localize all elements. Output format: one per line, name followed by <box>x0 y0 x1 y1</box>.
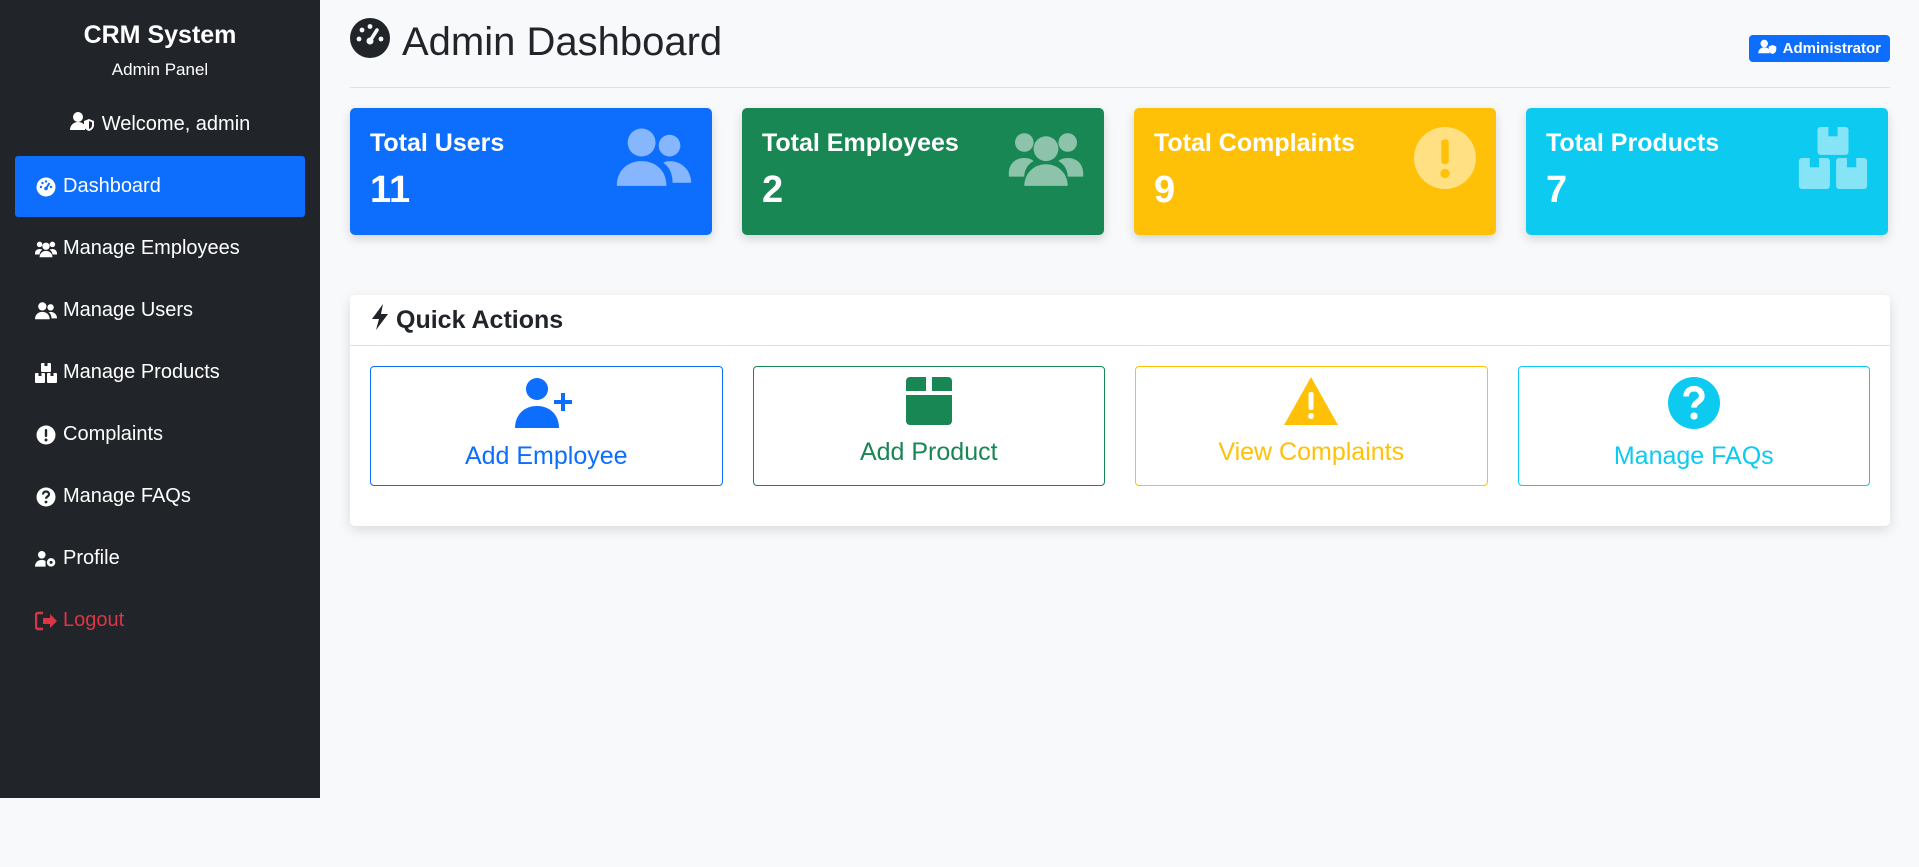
quick-actions-row: Add Employee Add Product View Complaints… <box>350 346 1890 486</box>
user-friends-icon <box>616 127 692 194</box>
quick-actions-card: Quick Actions Add Employee Add Product V… <box>350 295 1890 526</box>
add-employee-label: Add Employee <box>464 442 628 470</box>
page-title-text: Admin Dashboard <box>402 20 723 64</box>
box-icon <box>905 377 952 430</box>
add-product-button[interactable]: Add Product <box>752 366 1105 486</box>
sidebar-item-label: Dashboard <box>63 175 161 197</box>
exclamation-circle-icon <box>35 424 57 446</box>
sidebar-item-dashboard[interactable]: Dashboard <box>15 156 305 217</box>
tachometer-icon <box>35 176 57 198</box>
user-shield-icon <box>1757 39 1778 58</box>
brand-subtitle: Admin Panel <box>111 60 209 79</box>
quick-actions-title: Quick Actions <box>396 305 564 334</box>
stat-card-total-users: Total Users 11 <box>350 108 712 235</box>
sidebar-item-profile[interactable]: Profile <box>15 528 305 589</box>
users-icon <box>35 238 57 260</box>
manage-faqs-label: Manage FAQs <box>1613 442 1774 470</box>
welcome-text: Welcome, admin <box>101 112 251 135</box>
sidebar-item-manage-faqs[interactable]: Manage FAQs <box>15 466 305 527</box>
add-employee-button[interactable]: Add Employee <box>370 366 723 486</box>
sidebar-item-label: Manage FAQs <box>63 485 191 507</box>
sidebar-item-label: Logout <box>63 609 125 631</box>
tachometer-icon <box>350 17 390 68</box>
sidebar: CRM System Admin Panel Welcome, admin Da… <box>0 0 320 798</box>
page-title: Admin Dashboard <box>350 17 723 68</box>
sign-out-icon <box>35 610 57 632</box>
manage-faqs-button[interactable]: Manage FAQs <box>1517 366 1870 486</box>
add-product-label: Add Product <box>859 438 998 466</box>
stat-card-total-employees: Total Employees 2 <box>742 108 1104 235</box>
sidebar-item-label: Manage Users <box>63 299 194 321</box>
sidebar-item-complaints[interactable]: Complaints <box>15 404 305 465</box>
welcome-message: Welcome, admin <box>0 109 320 139</box>
question-circle-icon <box>35 486 57 508</box>
stats-row: Total Users 11 Total Employees 2 Total C… <box>350 108 1890 235</box>
sidebar-item-logout[interactable]: Logout <box>15 590 305 651</box>
user-friends-icon <box>35 300 57 322</box>
quick-actions-header: Quick Actions <box>350 295 1890 346</box>
role-badge: Administrator <box>1748 35 1890 62</box>
stat-card-total-products: Total Products 7 <box>1526 108 1888 235</box>
sidebar-item-manage-employees[interactable]: Manage Employees <box>15 218 305 279</box>
sidebar-item-manage-products[interactable]: Manage Products <box>15 342 305 403</box>
users-icon <box>1008 127 1084 194</box>
view-complaints-button[interactable]: View Complaints <box>1135 366 1488 486</box>
sidebar-nav: Dashboard Manage Employees Manage Users … <box>0 156 320 651</box>
sidebar-item-manage-users[interactable]: Manage Users <box>15 280 305 341</box>
view-complaints-label: View Complaints <box>1218 438 1405 466</box>
role-badge-label: Administrator <box>1782 40 1881 57</box>
question-circle-icon <box>1667 377 1720 434</box>
boxes-icon <box>1798 127 1868 194</box>
sidebar-item-label: Manage Employees <box>63 237 240 259</box>
main-content: Admin Dashboard Administrator Total User… <box>350 0 1890 526</box>
exclamation-circle-icon <box>1414 127 1476 194</box>
sidebar-item-label: Profile <box>63 547 120 569</box>
user-plus-icon <box>515 377 577 434</box>
brand: CRM System Admin Panel <box>0 0 320 81</box>
page-header: Admin Dashboard Administrator <box>350 0 1890 88</box>
bolt-icon <box>370 303 390 337</box>
sidebar-item-label: Manage Products <box>63 361 220 383</box>
boxes-icon <box>35 362 57 384</box>
user-cog-icon <box>35 548 57 570</box>
brand-title: CRM System <box>83 21 237 49</box>
stat-card-total-complaints: Total Complaints 9 <box>1134 108 1496 235</box>
sidebar-item-label: Complaints <box>63 423 164 445</box>
user-shield-icon <box>69 111 96 137</box>
warning-triangle-icon <box>1284 377 1339 430</box>
